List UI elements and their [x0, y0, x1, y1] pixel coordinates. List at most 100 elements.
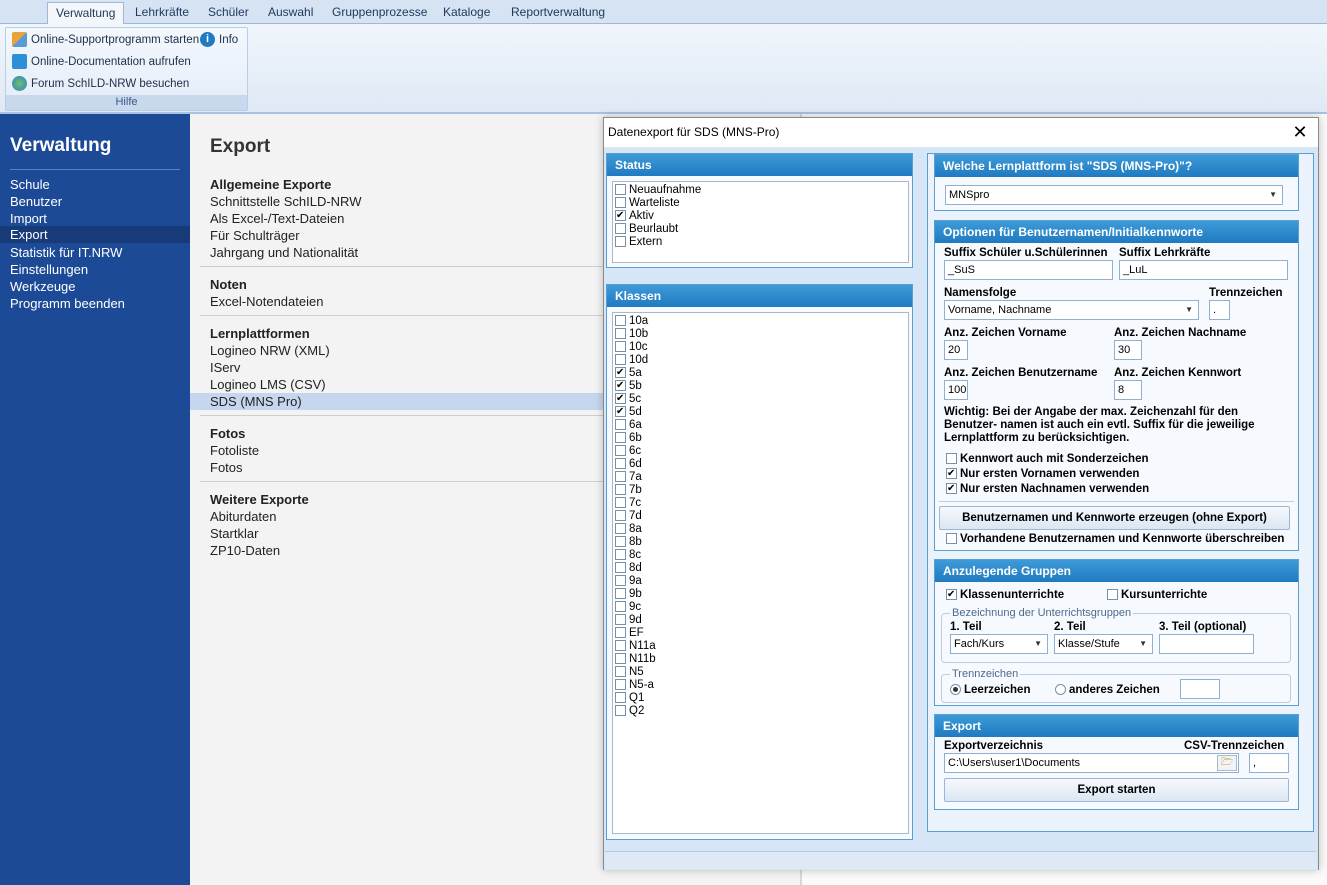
klassenunterrichte-checkbox-row[interactable]: Klassenunterrichte — [946, 589, 1064, 601]
online-documentation-button[interactable]: Online-Documentation aufrufen — [12, 52, 191, 72]
status-item[interactable]: Beurlaubt — [615, 223, 678, 236]
nav-item-import[interactable]: Import — [0, 210, 190, 227]
klasse-item[interactable]: 10d — [615, 354, 648, 367]
klasse-item[interactable]: 9a — [615, 575, 642, 588]
status-item[interactable]: Aktiv — [615, 210, 654, 223]
klasse-item[interactable]: 9d — [615, 614, 642, 627]
klasse-item[interactable]: 7a — [615, 471, 642, 484]
kursunterrichte-checkbox[interactable] — [1107, 589, 1118, 600]
klasse-checkbox[interactable] — [615, 614, 626, 625]
platform-dropdown[interactable]: MNSpro ▼ — [945, 185, 1283, 205]
klasse-checkbox[interactable] — [615, 432, 626, 443]
klasse-checkbox[interactable] — [615, 562, 626, 573]
klasse-checkbox[interactable] — [615, 419, 626, 430]
status-item[interactable]: Extern — [615, 236, 662, 249]
status-item[interactable]: Warteliste — [615, 197, 680, 210]
klasse-item[interactable]: 8c — [615, 549, 641, 562]
klasse-item[interactable]: 6b — [615, 432, 642, 445]
klasse-item[interactable]: 6a — [615, 419, 642, 432]
tab-gruppenprozesse[interactable]: Gruppenprozesse — [324, 2, 435, 24]
nav-item-export[interactable]: Export — [0, 226, 190, 243]
suffix-lul-input[interactable]: _LuL — [1119, 260, 1288, 280]
nav-item-benutzer[interactable]: Benutzer — [0, 193, 190, 210]
status-checkbox[interactable] — [615, 236, 626, 247]
klasse-item[interactable]: EF — [615, 627, 644, 640]
export-start-button[interactable]: Export starten — [944, 778, 1289, 802]
klasse-checkbox[interactable] — [615, 627, 626, 638]
anderes-zeichen-radio[interactable] — [1055, 684, 1066, 695]
kursunterrichte-checkbox-row[interactable]: Kursunterrichte — [1107, 589, 1207, 601]
vorname-chars-input[interactable]: 20 — [944, 340, 968, 360]
status-list[interactable]: NeuaufnahmeWartelisteAktivBeurlaubtExter… — [612, 181, 909, 263]
kennwort-chars-input[interactable]: 8 — [1114, 380, 1142, 400]
tab-verwaltung[interactable]: Verwaltung — [47, 2, 125, 25]
nachname-chars-input[interactable]: 30 — [1114, 340, 1142, 360]
klasse-item[interactable]: 7b — [615, 484, 642, 497]
klasse-item[interactable]: N11b — [615, 653, 656, 666]
generate-credentials-button[interactable]: Benutzernamen und Kennworte erzeugen (oh… — [939, 506, 1290, 530]
close-icon[interactable]: ✕ — [1290, 120, 1310, 144]
klasse-checkbox[interactable] — [615, 497, 626, 508]
klasse-item[interactable]: 7c — [615, 497, 641, 510]
nachname-checkbox[interactable] — [946, 483, 957, 494]
klasse-checkbox[interactable] — [615, 393, 626, 404]
klasse-item[interactable]: 10c — [615, 341, 648, 354]
klasse-checkbox[interactable] — [615, 653, 626, 664]
klasse-item[interactable]: Q1 — [615, 692, 644, 705]
klassenunterrichte-checkbox[interactable] — [946, 589, 957, 600]
klasse-checkbox[interactable] — [615, 705, 626, 716]
klasse-checkbox[interactable] — [615, 536, 626, 547]
klasse-checkbox[interactable] — [615, 510, 626, 521]
klasse-checkbox[interactable] — [615, 315, 626, 326]
klasse-item[interactable]: 10b — [615, 328, 648, 341]
anderes-zeichen-radio-row[interactable]: anderes Zeichen — [1055, 684, 1160, 696]
klasse-item[interactable]: 6d — [615, 458, 642, 471]
klasse-checkbox[interactable] — [615, 406, 626, 417]
klasse-item[interactable]: 9b — [615, 588, 642, 601]
status-checkbox[interactable] — [615, 197, 626, 208]
tab-schueler[interactable]: Schüler — [200, 2, 257, 24]
nachname-checkbox-row[interactable]: Nur ersten Nachnamen verwenden — [946, 483, 1149, 495]
klasse-item[interactable]: 7d — [615, 510, 642, 523]
klasse-checkbox[interactable] — [615, 354, 626, 365]
klasse-item[interactable]: N5-a — [615, 679, 654, 692]
tab-kataloge[interactable]: Kataloge — [435, 2, 498, 24]
klasse-checkbox[interactable] — [615, 471, 626, 482]
online-support-button[interactable]: Online-Supportprogramm starten — [12, 30, 199, 50]
anderes-zeichen-input[interactable] — [1180, 679, 1220, 699]
tab-auswahl[interactable]: Auswahl — [260, 2, 321, 24]
teil2-dropdown[interactable]: Klasse/Stufe ▼ — [1054, 634, 1153, 654]
leerzeichen-radio[interactable] — [950, 684, 961, 695]
suffix-sus-input[interactable]: _SuS — [944, 260, 1113, 280]
klasse-checkbox[interactable] — [615, 523, 626, 534]
klasse-item[interactable]: 5c — [615, 393, 641, 406]
tab-reportverwaltung[interactable]: Reportverwaltung — [503, 2, 613, 24]
forum-button[interactable]: Forum SchILD-NRW besuchen — [12, 74, 189, 94]
nav-item-programm-beenden[interactable]: Programm beenden — [0, 295, 190, 312]
status-checkbox[interactable] — [615, 210, 626, 221]
klasse-checkbox[interactable] — [615, 601, 626, 612]
trennzeichen-input[interactable]: . — [1209, 300, 1230, 320]
klasse-item[interactable]: 5a — [615, 367, 642, 380]
vorname-checkbox-row[interactable]: Nur ersten Vornamen verwenden — [946, 468, 1139, 480]
folder-icon[interactable]: 🗁 — [1217, 755, 1237, 771]
klasse-checkbox[interactable] — [615, 692, 626, 703]
klasse-checkbox[interactable] — [615, 588, 626, 599]
csv-trennzeichen-input[interactable]: , — [1249, 753, 1289, 773]
vorname-checkbox[interactable] — [946, 468, 957, 479]
klasse-checkbox[interactable] — [615, 679, 626, 690]
nav-item-werkzeuge[interactable]: Werkzeuge — [0, 278, 190, 295]
tab-lehrkraefte[interactable]: Lehrkräfte — [127, 2, 197, 24]
status-checkbox[interactable] — [615, 184, 626, 195]
klasse-item[interactable]: 8a — [615, 523, 642, 536]
exportverzeichnis-input[interactable]: C:\Users\user1\Documents — [944, 753, 1239, 773]
status-checkbox[interactable] — [615, 223, 626, 234]
klasse-checkbox[interactable] — [615, 575, 626, 586]
teil3-input[interactable] — [1159, 634, 1254, 654]
klasse-item[interactable]: N11a — [615, 640, 656, 653]
status-item[interactable]: Neuaufnahme — [615, 184, 701, 197]
nav-item-einstellungen[interactable]: Einstellungen — [0, 261, 190, 278]
klasse-item[interactable]: 10a — [615, 315, 648, 328]
sonderzeichen-checkbox[interactable] — [946, 453, 957, 464]
klasse-checkbox[interactable] — [615, 549, 626, 560]
